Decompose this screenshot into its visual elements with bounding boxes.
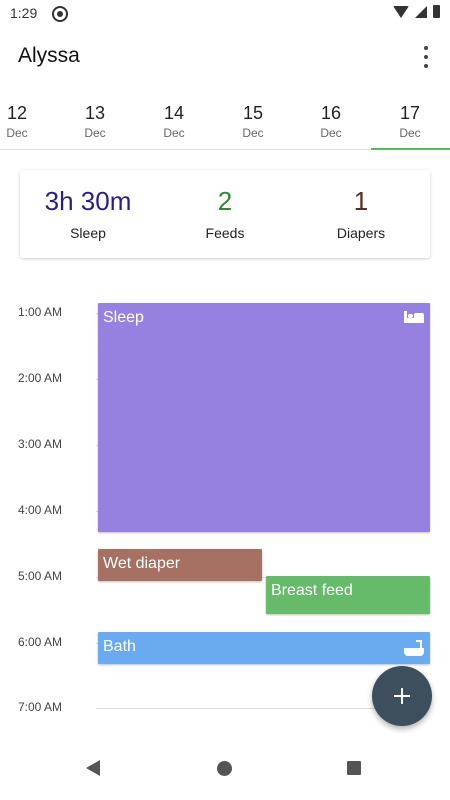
- date-day: 13: [84, 103, 106, 123]
- status-bar: 1:29: [0, 0, 450, 28]
- timeline: 1:00 AM 2:00 AM 3:00 AM 4:00 AM 5:00 AM …: [0, 290, 450, 730]
- event-title: Wet diaper: [103, 555, 181, 572]
- date-tabs: 12 Dec 13 Dec 14 Dec 15 Dec 16 Dec 17 De…: [0, 95, 450, 150]
- date-month: Dec: [399, 126, 421, 140]
- diapers-label: Diapers: [336, 225, 386, 241]
- date-tab-14[interactable]: 14 Dec: [134, 95, 214, 150]
- date-day: 17: [399, 103, 421, 123]
- status-time: 1:29: [10, 5, 38, 21]
- date-day: 15: [242, 103, 264, 123]
- date-day: 12: [6, 103, 28, 123]
- date-day: 14: [163, 103, 185, 123]
- date-month: Dec: [84, 126, 106, 140]
- date-month: Dec: [242, 126, 264, 140]
- event-wet-diaper[interactable]: Wet diaper: [98, 549, 262, 581]
- date-tab-13[interactable]: 13 Dec: [55, 95, 135, 150]
- diapers-value: 1: [353, 186, 369, 216]
- recent-apps-icon[interactable]: [347, 761, 361, 775]
- feeds-value: 2: [217, 186, 233, 216]
- sleep-value: 3h 30m: [44, 186, 132, 216]
- date-month: Dec: [6, 126, 28, 140]
- event-bath[interactable]: Bath: [98, 632, 430, 664]
- date-tab-16[interactable]: 16 Dec: [291, 95, 371, 150]
- date-tab-15[interactable]: 15 Dec: [213, 95, 293, 150]
- bed-icon: [404, 311, 424, 323]
- hour-label: 2:00 AM: [18, 371, 63, 385]
- hour-label: 5:00 AM: [18, 569, 63, 583]
- event-title: Sleep: [103, 309, 144, 326]
- feeds-stat: 2 Feeds: [157, 170, 293, 258]
- event-title: Bath: [103, 638, 136, 655]
- more-options-icon[interactable]: [422, 46, 430, 68]
- date-tab-12[interactable]: 12 Dec: [0, 95, 57, 150]
- signal-icon: [415, 5, 427, 18]
- feeds-label: Feeds: [205, 225, 245, 241]
- hour-label: 1:00 AM: [18, 305, 63, 319]
- sync-icon: [52, 6, 68, 22]
- status-icons: [393, 5, 440, 18]
- date-month: Dec: [163, 126, 185, 140]
- diapers-stat: 1 Diapers: [293, 170, 429, 258]
- page-title: Alyssa: [18, 44, 80, 67]
- selected-tab-indicator: [371, 148, 450, 150]
- hour-label: 7:00 AM: [18, 700, 63, 714]
- summary-card: 3h 30m Sleep 2 Feeds 1 Diapers: [20, 170, 430, 258]
- wifi-icon: [393, 5, 409, 18]
- hour-label: 6:00 AM: [18, 635, 63, 649]
- sleep-label: Sleep: [70, 225, 106, 241]
- battery-icon: [433, 5, 440, 18]
- back-icon[interactable]: [86, 760, 100, 776]
- date-month: Dec: [320, 126, 342, 140]
- date-day: 16: [320, 103, 342, 123]
- home-icon[interactable]: [217, 761, 232, 776]
- event-sleep[interactable]: Sleep: [98, 303, 430, 532]
- hour-label: 4:00 AM: [18, 503, 63, 517]
- event-title: Breast feed: [271, 582, 353, 599]
- event-breast-feed[interactable]: Breast feed: [266, 576, 430, 614]
- sleep-stat: 3h 30m Sleep: [20, 170, 156, 258]
- app-bar: Alyssa: [0, 28, 450, 88]
- date-tab-17[interactable]: 17 Dec: [370, 95, 450, 150]
- add-event-button[interactable]: [372, 666, 432, 726]
- nav-bar: [0, 748, 450, 800]
- bath-icon: [404, 640, 424, 656]
- hour-label: 3:00 AM: [18, 437, 63, 451]
